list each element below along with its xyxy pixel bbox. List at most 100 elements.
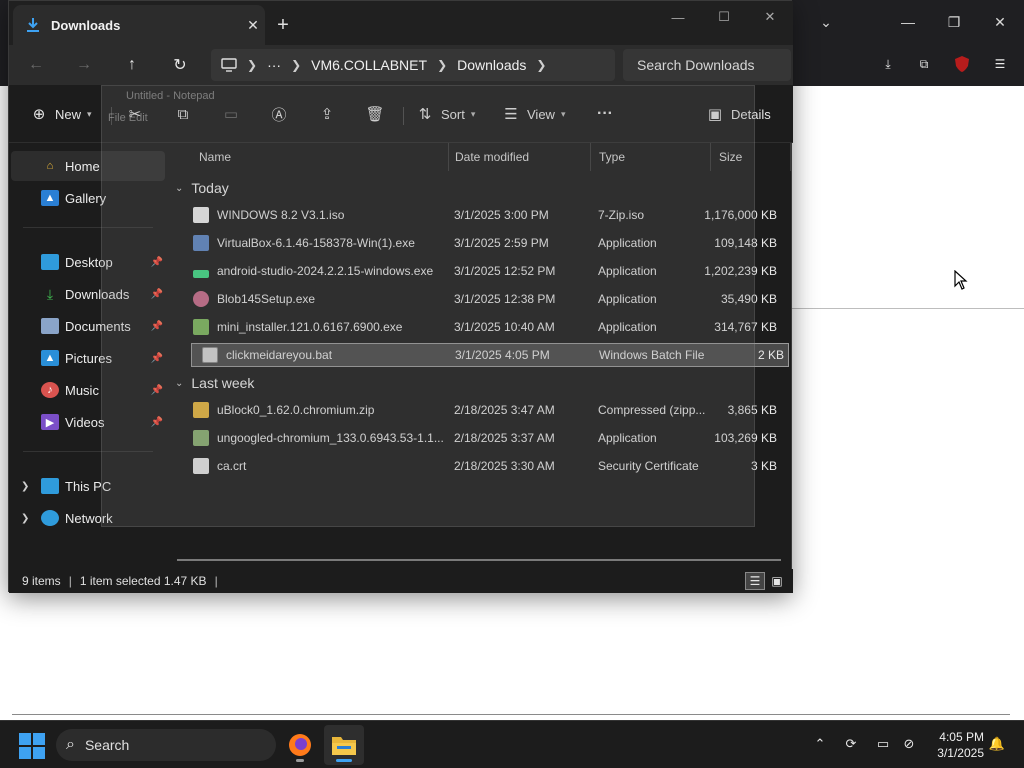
new-tab-button[interactable]: +	[271, 13, 295, 37]
documents-icon	[41, 318, 59, 334]
paste-button[interactable]: ▭	[221, 99, 241, 129]
file-row[interactable]: Blob145Setup.exe 3/1/2025 12:38 PM Appli…	[183, 287, 781, 311]
minimize-button[interactable]: —	[655, 5, 701, 29]
details-view-toggle[interactable]: ☰	[745, 572, 765, 590]
start-button[interactable]	[19, 733, 45, 759]
sidebar-item-this-pc[interactable]: ❯ This PC	[11, 471, 165, 501]
sort-button[interactable]: ⇅ Sort ▾	[415, 99, 476, 129]
browser-close-button[interactable]: ✕	[980, 2, 1020, 42]
breadcrumb-downloads[interactable]: Downloads	[457, 57, 526, 73]
plus-circle-icon: ⊕	[32, 106, 46, 123]
sidebar-item-downloads[interactable]: ⤓ Downloads 📌	[11, 279, 165, 309]
browser-minimize-button[interactable]: —	[888, 2, 928, 42]
file-row-selected[interactable]: clickmeidareyou.bat 3/1/2025 4:05 PM Win…	[191, 343, 789, 367]
column-header-name[interactable]: Name	[191, 143, 449, 171]
clock-date: 3/1/2025	[937, 746, 984, 760]
sidebar-item-gallery[interactable]: ▲ Gallery	[11, 183, 165, 213]
file-row[interactable]: uBlock0_1.62.0.chromium.zip 2/18/2025 3:…	[183, 398, 781, 422]
sidebar-item-pictures[interactable]: ▲ Pictures 📌	[11, 343, 165, 373]
show-hidden-icons-chevron-icon[interactable]: ⌃	[809, 733, 831, 755]
back-button[interactable]: ←	[21, 51, 51, 79]
volume-icon[interactable]: ⊘	[898, 733, 920, 755]
browser-restore-button[interactable]: ❐	[934, 2, 974, 42]
file-row[interactable]: WINDOWS 8.2 V3.1.iso 3/1/2025 3:00 PM 7-…	[183, 203, 781, 227]
trash-icon: 🗑	[365, 106, 385, 123]
browser-extensions-icon[interactable]: ⧉	[910, 50, 938, 78]
rename-button[interactable]: Ⓐ	[269, 99, 289, 129]
sidebar-item-music[interactable]: ♪ Music 📌	[11, 375, 165, 405]
view-button[interactable]: ☰ View ▾	[501, 99, 565, 129]
taskbar-search[interactable]: ⌕ Search	[56, 729, 276, 761]
pin-icon[interactable]: 📌	[151, 289, 163, 300]
pc-icon	[41, 478, 59, 494]
file-row[interactable]: VirtualBox-6.1.46-158378-Win(1).exe 3/1/…	[183, 231, 781, 255]
browser-tab-list-chevron-icon[interactable]: ⌄	[806, 2, 846, 42]
pin-icon[interactable]: 📌	[151, 385, 163, 396]
sidebar-item-documents[interactable]: Documents 📌	[11, 311, 165, 341]
navigation-pane: ⌂ Home ▲ Gallery Desktop 📌 ⤓ Downloads 📌…	[9, 143, 167, 569]
forward-button[interactable]: →	[69, 51, 99, 79]
batch-file-icon	[202, 347, 218, 363]
pin-icon[interactable]: 📌	[151, 353, 163, 364]
notification-bell-icon[interactable]: 🔔	[986, 733, 1008, 755]
details-button[interactable]: ▣ Details	[705, 99, 771, 129]
up-button[interactable]: ↑	[117, 51, 147, 79]
chevron-right-icon[interactable]: ❯	[21, 481, 29, 492]
paste-icon: ▭	[223, 106, 239, 123]
search-input[interactable]: Search Downloads	[623, 49, 791, 81]
command-bar: ⊕ New ▾ ✂ ⧉ ▭ Ⓐ ⇪ 🗑 ⇅ Sort ▾ ☰ View ▾ ··…	[9, 85, 793, 143]
divider: |	[68, 574, 72, 588]
sidebar-item-desktop[interactable]: Desktop 📌	[11, 247, 165, 277]
pin-icon[interactable]: 📌	[151, 321, 163, 332]
delete-button[interactable]: 🗑	[365, 99, 385, 129]
taskbar-file-explorer[interactable]	[324, 725, 364, 765]
explorer-tab-downloads[interactable]: Downloads ✕	[13, 5, 265, 45]
new-button[interactable]: ⊕ New ▾	[29, 99, 92, 129]
file-explorer-window: Downloads ✕ + — ☐ ✕ ← → ↑ ↻ ❯ ··· ❯ VM6.…	[8, 0, 793, 593]
tiles-view-toggle[interactable]: ▣	[767, 572, 787, 590]
sidebar-item-videos[interactable]: ▶ Videos 📌	[11, 407, 165, 437]
sync-icon[interactable]: ⟳	[840, 733, 862, 755]
breadcrumb-vm6-collabnet[interactable]: VM6.COLLABNET	[311, 57, 427, 73]
sidebar-item-home[interactable]: ⌂ Home	[11, 151, 165, 181]
android-studio-icon	[193, 270, 209, 278]
pin-icon[interactable]: 📌	[151, 257, 163, 268]
cut-button[interactable]: ✂	[125, 99, 145, 129]
share-button[interactable]: ⇪	[317, 99, 337, 129]
windows-logo-pane	[33, 733, 45, 745]
browser-menu-icon[interactable]: ☰	[986, 50, 1014, 78]
network-display-icon[interactable]: ▭	[872, 733, 894, 755]
horizontal-scrollbar[interactable]	[177, 559, 781, 561]
browser-download-icon[interactable]: ⤓	[874, 50, 902, 78]
group-header-today[interactable]: ⌄ Today	[175, 177, 229, 199]
clock-time: 4:05 PM	[939, 730, 984, 744]
close-tab-icon[interactable]: ✕	[241, 17, 265, 34]
file-row[interactable]: mini_installer.121.0.6167.6900.exe 3/1/2…	[183, 315, 781, 339]
file-row[interactable]: ca.crt 2/18/2025 3:30 AM Security Certif…	[183, 454, 781, 478]
taskbar-firefox[interactable]	[280, 725, 320, 765]
group-header-last-week[interactable]: ⌄ Last week	[175, 372, 254, 394]
copy-button[interactable]: ⧉	[173, 99, 193, 129]
system-clock[interactable]: 4:05 PM 3/1/2025	[920, 729, 984, 761]
installer-icon	[193, 291, 209, 307]
file-icon	[193, 207, 209, 223]
ublock-icon[interactable]	[948, 50, 976, 78]
sidebar-item-network[interactable]: ❯ Network	[11, 503, 165, 533]
pin-icon[interactable]: 📌	[151, 417, 163, 428]
divider	[23, 451, 153, 452]
chevron-right-icon: ❯	[291, 58, 302, 72]
column-header-type[interactable]: Type	[591, 143, 711, 171]
breadcrumb[interactable]: ❯ ··· ❯ VM6.COLLABNET ❯ Downloads ❯	[211, 49, 615, 81]
column-header-size[interactable]: Size	[711, 143, 791, 171]
refresh-button[interactable]: ↻	[165, 51, 195, 79]
more-options-button[interactable]: ···	[597, 99, 613, 129]
file-row[interactable]: ungoogled-chromium_133.0.6943.53-1.1... …	[183, 426, 781, 450]
file-row[interactable]: android-studio-2024.2.2.15-windows.exe 3…	[183, 259, 781, 283]
installer-icon	[193, 319, 209, 335]
close-button[interactable]: ✕	[747, 5, 793, 29]
maximize-button[interactable]: ☐	[701, 5, 747, 29]
breadcrumb-more[interactable]: ···	[267, 57, 281, 73]
details-pane-icon: ▣	[707, 106, 723, 123]
column-header-date-modified[interactable]: Date modified	[447, 143, 591, 171]
chevron-right-icon[interactable]: ❯	[21, 513, 29, 524]
